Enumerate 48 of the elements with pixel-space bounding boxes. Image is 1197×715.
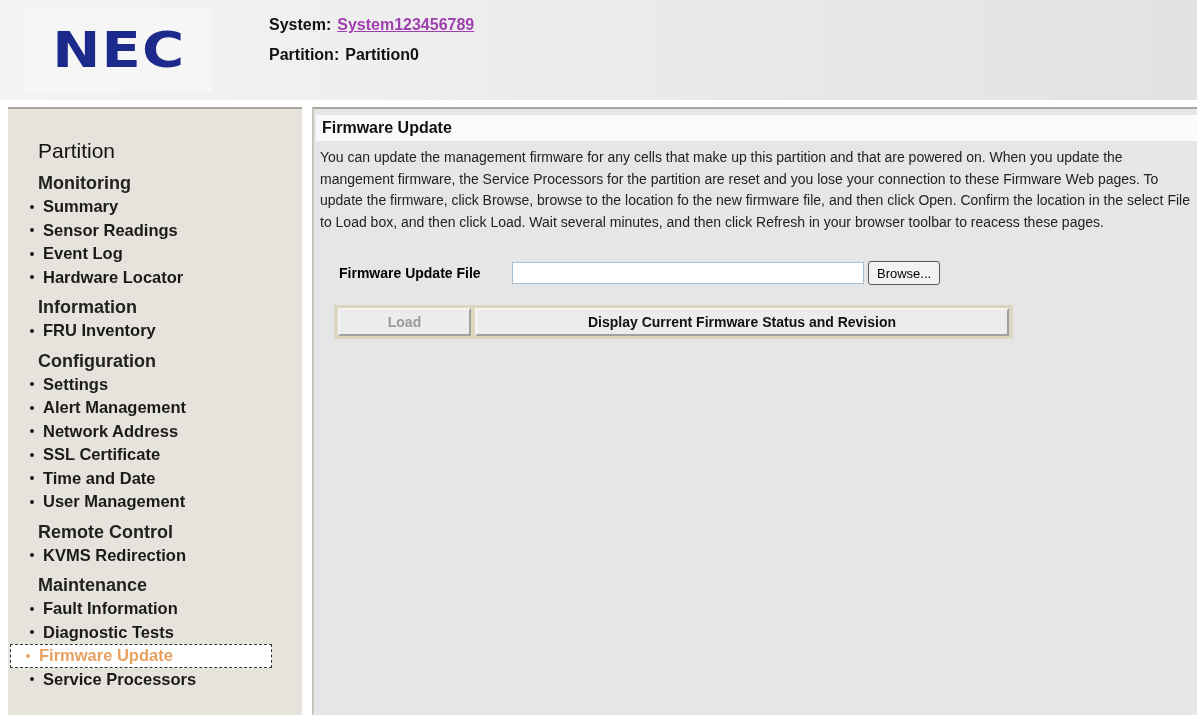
system-label: System: bbox=[269, 16, 332, 34]
bullet-icon bbox=[30, 204, 34, 209]
file-label: Firmware Update File bbox=[339, 265, 482, 281]
bullet-icon bbox=[30, 405, 34, 410]
nav-item[interactable]: Event Log bbox=[12, 242, 302, 266]
bullet-icon bbox=[30, 275, 34, 280]
bullet-icon bbox=[30, 499, 34, 504]
bullet-icon bbox=[30, 553, 34, 558]
bullet-icon bbox=[30, 251, 34, 256]
bullet-icon bbox=[30, 382, 34, 387]
bullet-icon bbox=[30, 630, 34, 635]
nav-item[interactable]: FRU Inventory bbox=[12, 319, 302, 343]
page-title: Firmware Update bbox=[316, 115, 1197, 141]
bullet-icon bbox=[30, 476, 34, 481]
nav-item[interactable]: Sensor Readings bbox=[12, 218, 302, 242]
bullet-icon bbox=[30, 677, 34, 682]
nav-item[interactable]: User Management bbox=[12, 490, 302, 514]
browse-button[interactable]: Browse... bbox=[868, 261, 941, 285]
nav-item[interactable]: KVMS Redirection bbox=[12, 543, 302, 567]
nav-item[interactable]: Settings bbox=[12, 372, 302, 396]
bullet-icon bbox=[30, 452, 34, 457]
partition-name: Partition0 bbox=[345, 46, 419, 64]
nav-item[interactable]: Alert Management bbox=[12, 396, 302, 420]
section-heading: Maintenance bbox=[38, 575, 149, 596]
description: You can update the management firmware for any cells that make up this partition and that are powered on. When you update the mangement firmware, the Service Processors for the partition are reset and you lose your connection to these Firmware Web pages. To update the firmware, click Browse, browse to the location fo the new firmware file, and then click Open. Confirm the location in the select File to Load box, and then click Load. Wait several minutes, and then click Refresh in your browser toolbar to reacess these pages. bbox=[320, 148, 1191, 232]
nav-item[interactable]: Summary bbox=[12, 195, 302, 219]
sidebar-title: Partition bbox=[38, 139, 117, 163]
section-heading: Monitoring bbox=[38, 173, 132, 194]
bullet-icon bbox=[26, 653, 30, 658]
bullet-icon bbox=[30, 429, 34, 434]
nav-item[interactable]: SSL Certificate bbox=[12, 443, 302, 467]
section-heading: Remote Control bbox=[38, 521, 174, 543]
bullet-icon bbox=[30, 228, 34, 233]
nav-item[interactable]: Hardware Locator bbox=[12, 265, 302, 289]
status-button[interactable]: Display Current Firmware Status and Revision bbox=[475, 308, 1009, 336]
nav-item[interactable]: Network Address bbox=[12, 419, 302, 443]
nav-item[interactable]: Diagnostic Tests bbox=[12, 620, 302, 644]
file-input[interactable] bbox=[512, 262, 864, 284]
section-heading: Information bbox=[38, 297, 138, 318]
nav-item[interactable]: Fault Information bbox=[12, 597, 302, 621]
bullet-icon bbox=[30, 328, 34, 333]
bullet-icon bbox=[30, 606, 34, 611]
logo: NEC bbox=[51, 21, 185, 79]
partition-label: Partition: bbox=[269, 46, 340, 64]
section-heading: Configuration bbox=[38, 350, 157, 372]
nav-item[interactable]: Time and Date bbox=[12, 466, 302, 490]
nav-item[interactable]: Service Processors bbox=[12, 667, 302, 691]
system-link[interactable]: System123456789 bbox=[337, 16, 475, 34]
